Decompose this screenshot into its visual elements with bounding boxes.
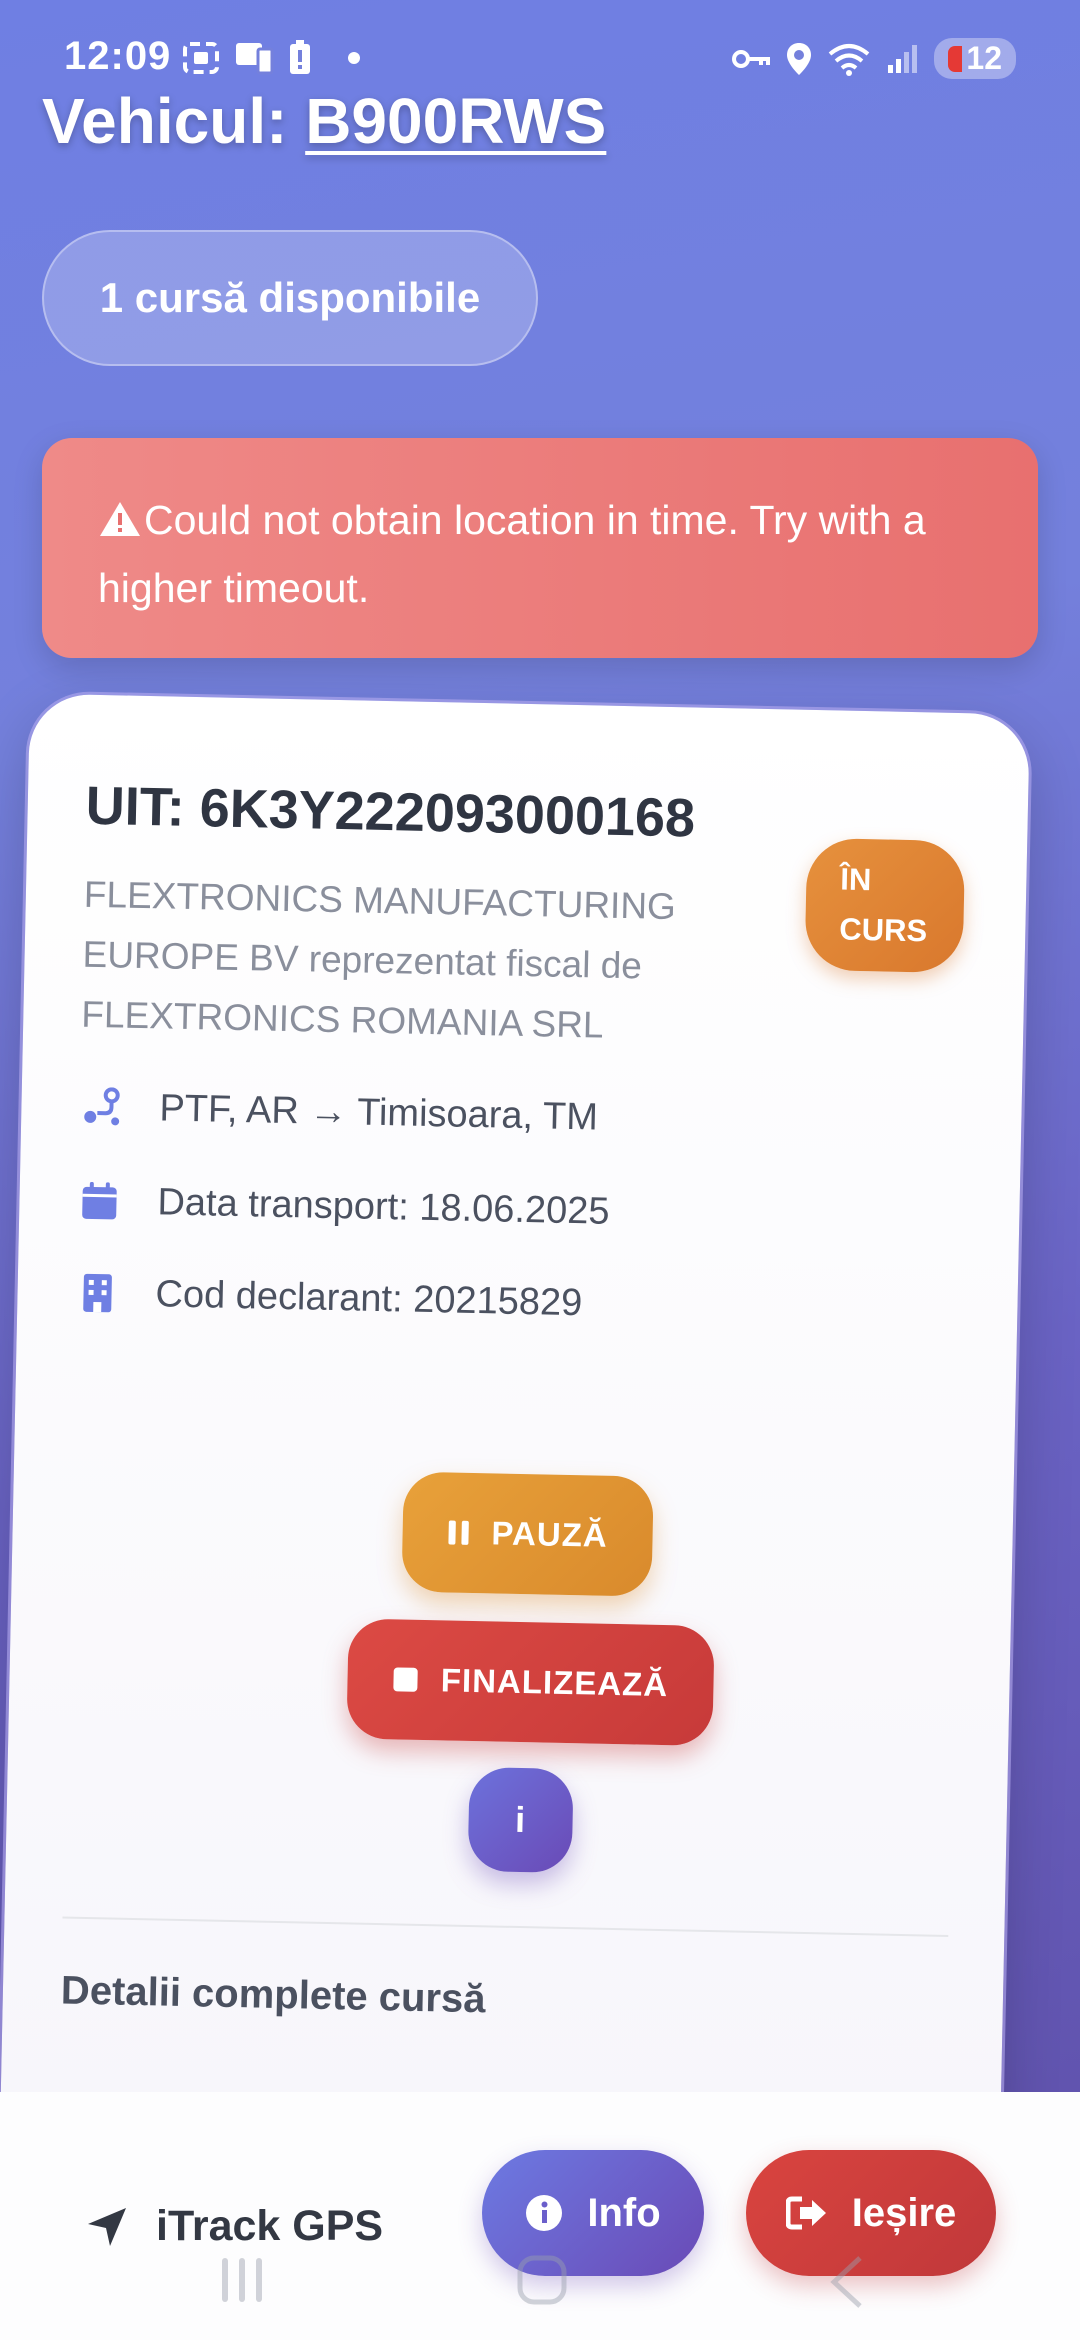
trip-info-button[interactable]: i	[467, 1766, 574, 1874]
battery-indicator: 12	[934, 38, 1016, 79]
status-badge-line2: CURS	[838, 911, 928, 949]
back-icon[interactable]	[826, 2254, 866, 2310]
trip-company: FLEXTRONICS MANUFACTURING EUROPE BV repr…	[80, 873, 677, 1046]
info-icon: i	[514, 1798, 527, 1841]
route-icon	[79, 1085, 124, 1130]
runs-available-label: 1 cursă disponibile	[99, 274, 481, 321]
finalize-button[interactable]: FINALIZEAZĂ	[346, 1618, 715, 1747]
pause-icon	[448, 1520, 469, 1545]
vpn-key-icon	[732, 49, 771, 68]
declarant-text: Cod declarant: 20215829	[155, 1272, 583, 1324]
pause-label: PAUZĂ	[491, 1514, 609, 1554]
info-circle-icon	[526, 2195, 563, 2231]
trip-card: UIT: 6K3Y222093000168 FLEXTRONICS MANUFA…	[0, 693, 1030, 2135]
runs-available-pill[interactable]: 1 cursă disponibile	[42, 230, 538, 366]
details-section-title[interactable]: Detalii complete cursă	[60, 1968, 485, 2022]
location-error-alert: Could not obtain location in time. Try w…	[42, 438, 1038, 658]
exit-button-label: Ieșire	[851, 2190, 957, 2235]
alert-message: Could not obtain location in time. Try w…	[98, 497, 926, 611]
vehicle-prefix: Vehicul:	[42, 85, 306, 157]
battery-percent: 12	[966, 40, 1002, 76]
signal-icon	[888, 44, 918, 73]
divider	[62, 1916, 949, 1938]
declarant-row: Cod declarant: 20215829	[75, 1271, 583, 1326]
recent-apps-icon[interactable]	[216, 2254, 268, 2306]
vehicle-plate-link[interactable]: B900RWS	[305, 85, 606, 157]
vehicle-title: Vehicul: B900RWS	[42, 84, 606, 158]
route-row: PTF, AR → Timisoara, TM	[79, 1085, 598, 1140]
status-badge: ÎN CURS	[804, 837, 966, 974]
wifi-icon	[829, 43, 870, 76]
date-text: Data transport: 18.06.2025	[157, 1180, 610, 1233]
status-left-icons	[182, 40, 366, 76]
battery-level-icon	[948, 45, 963, 72]
finalize-label: FINALIZEAZĂ	[440, 1661, 669, 1704]
location-icon	[787, 42, 812, 75]
route-text: PTF, AR → Timisoara, TM	[159, 1086, 599, 1139]
status-time: 12:09	[64, 34, 172, 78]
logout-icon	[785, 2196, 826, 2230]
building-icon	[75, 1271, 120, 1316]
status-right-icons: 12	[732, 38, 1016, 79]
info-button-label: Info	[587, 2190, 661, 2235]
cast-icon	[236, 43, 274, 75]
stop-icon	[393, 1667, 419, 1692]
system-navigation-bar	[0, 2240, 1080, 2340]
dot-icon	[348, 52, 360, 64]
home-icon[interactable]	[516, 2254, 568, 2306]
screenshot-icon	[183, 42, 219, 74]
trip-uit: UIT: 6K3Y222093000168	[85, 775, 696, 849]
status-badge-line1: ÎN	[840, 861, 872, 898]
warning-icon	[100, 502, 140, 536]
pause-button[interactable]: PAUZĂ	[401, 1471, 654, 1597]
calendar-icon	[77, 1179, 122, 1224]
battery-alert-icon	[290, 40, 310, 74]
date-row: Data transport: 18.06.2025	[77, 1179, 610, 1234]
